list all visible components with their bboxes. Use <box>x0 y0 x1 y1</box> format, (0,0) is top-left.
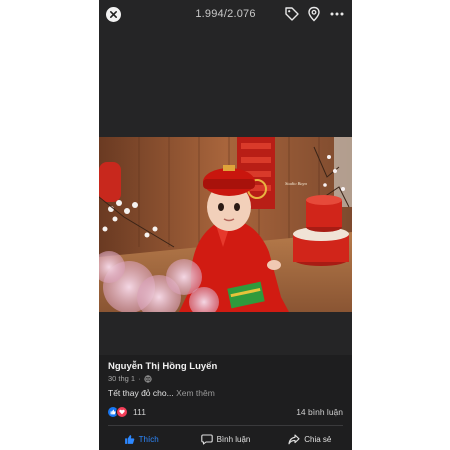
post-date[interactable]: 30 thg 1 <box>108 374 135 383</box>
share-label: Chia sẻ <box>304 434 332 444</box>
reactions-summary[interactable]: 111 <box>107 406 146 418</box>
caption-text: Tết thay đỏ cho... <box>108 388 174 398</box>
see-more-link[interactable]: Xem thêm <box>176 388 215 398</box>
reaction-count: 111 <box>133 407 146 417</box>
globe-icon <box>144 374 152 383</box>
thumbs-up-icon <box>124 434 134 444</box>
post-info-panel: Nguyễn Thị Hồng Luyến 30 thg 1 · Tết tha… <box>99 355 352 450</box>
comment-count[interactable]: 14 bình luận <box>296 407 343 417</box>
photo-watermark: Studio Baya <box>285 181 308 186</box>
more-icon[interactable] <box>330 9 344 19</box>
post-photo[interactable]: Studio Baya <box>99 137 352 312</box>
like-label: Thích <box>138 434 159 444</box>
love-reaction-icon <box>116 406 128 418</box>
photo-viewer: 1.994/2.076 Studio Baya Nguyễn Thị Hồng … <box>99 0 352 450</box>
divider <box>108 425 343 426</box>
comment-label: Bình luận <box>216 434 251 444</box>
meta-separator: · <box>138 374 141 383</box>
baby-photo-image: Studio Baya <box>99 137 352 312</box>
share-button[interactable]: Chia sẻ <box>268 430 352 448</box>
like-button[interactable]: Thích <box>99 430 183 448</box>
comment-button[interactable]: Bình luận <box>183 430 267 448</box>
post-caption: Tết thay đỏ cho... Xem thêm <box>108 388 215 398</box>
post-meta: 30 thg 1 · <box>108 374 152 383</box>
share-icon <box>288 433 300 444</box>
tag-icon[interactable] <box>284 6 300 22</box>
comment-icon <box>200 433 213 445</box>
location-pin-icon[interactable] <box>307 6 321 22</box>
action-bar: Thích Bình luận Chia sẻ <box>99 430 352 448</box>
author-name[interactable]: Nguyễn Thị Hồng Luyến <box>108 361 217 372</box>
top-bar: 1.994/2.076 <box>99 0 352 30</box>
